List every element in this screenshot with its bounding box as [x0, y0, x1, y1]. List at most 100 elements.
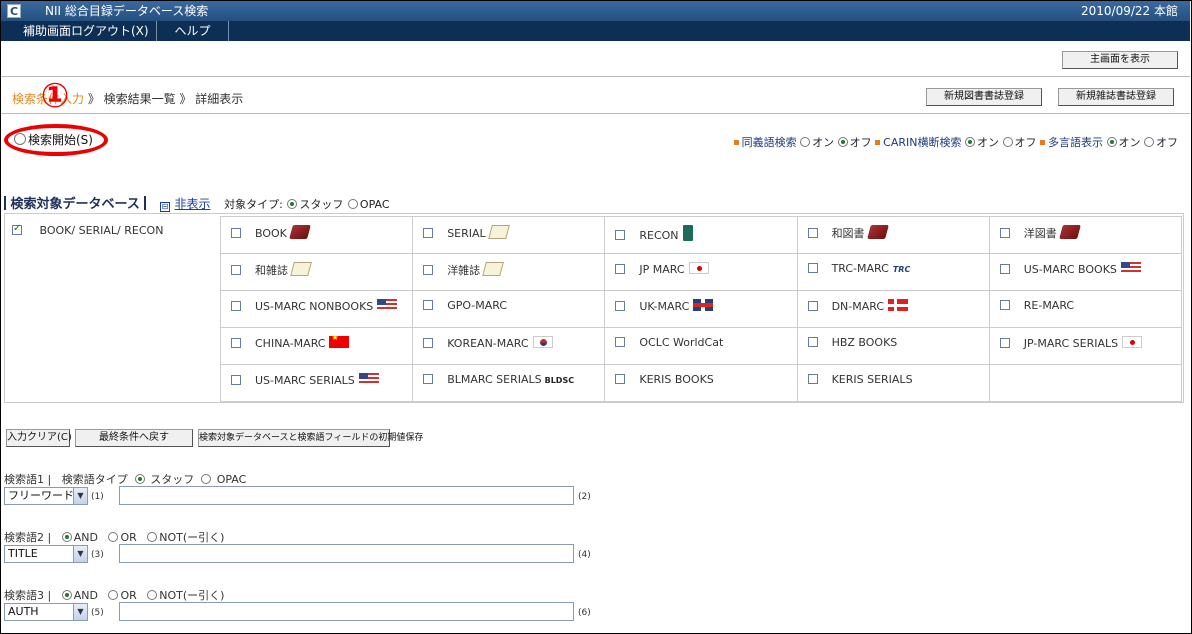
app-logo-icon: C: [7, 4, 21, 18]
main-screen-button[interactable]: 主画面を表示: [1062, 51, 1178, 69]
db-checkbox[interactable]: [615, 301, 626, 311]
multilang-off-radio[interactable]: [1144, 137, 1154, 147]
term2-field-select[interactable]: TITLE ▼: [4, 545, 88, 563]
menu-help[interactable]: ヘルプ: [157, 21, 229, 41]
term1-opac-radio[interactable]: [201, 474, 212, 484]
term2-and-radio[interactable]: [61, 532, 72, 542]
hide-link[interactable]: 非表示: [175, 197, 211, 211]
db-checkbox[interactable]: [807, 374, 818, 384]
chevron-down-icon: ▼: [73, 488, 87, 504]
term2-input[interactable]: [119, 544, 574, 563]
db-cell: KERIS BOOKS: [604, 364, 798, 402]
term1-type-label: 検索語タイプ: [61, 473, 128, 486]
search-start-label: 検索開始(S): [28, 133, 93, 147]
db-label: UK-MARC: [639, 300, 690, 313]
db-cell: DN-MARC: [796, 290, 990, 328]
db-label: RE-MARC: [1023, 299, 1075, 312]
db-checkbox[interactable]: [423, 228, 434, 238]
paper-icon: [487, 225, 510, 239]
db-checkbox[interactable]: [999, 300, 1010, 310]
db-checkbox[interactable]: [231, 265, 241, 275]
japan-flag-icon: [1122, 336, 1143, 348]
db-cell: CHINA-MARC: [219, 327, 414, 365]
db-checkbox[interactable]: [807, 337, 818, 347]
db-cell: KERIS SERIALS: [796, 364, 990, 402]
term2-or-radio[interactable]: [108, 532, 119, 542]
db-checkbox[interactable]: [615, 374, 626, 384]
db-label: JP-MARC SERIALS: [1023, 337, 1119, 350]
term1-input[interactable]: [119, 486, 574, 505]
db-checkbox[interactable]: [423, 374, 434, 384]
synonym-off-radio[interactable]: [837, 137, 848, 147]
db-checkbox[interactable]: [423, 300, 434, 310]
db-cell: 和図書: [796, 216, 990, 254]
term2-label: 検索語2 |: [4, 531, 52, 544]
term3-field-value: AUTH: [8, 605, 39, 618]
target-type-opac-radio[interactable]: [347, 199, 358, 209]
bullet-icon: [733, 140, 739, 145]
term1-staff-radio[interactable]: [134, 474, 145, 484]
term3-label: 検索語3 |: [4, 589, 52, 602]
chevron-down-icon: ▼: [73, 604, 87, 620]
db-checkbox[interactable]: [231, 228, 241, 238]
book-green-icon: [682, 225, 693, 241]
target-type-staff-radio[interactable]: [287, 199, 298, 209]
db-label: RECON: [639, 229, 679, 242]
db-cell: OCLC WorldCat: [604, 327, 798, 365]
section-bar: [4, 196, 6, 210]
search-start-button[interactable]: 検索開始(S): [14, 131, 93, 148]
db-checkbox[interactable]: [807, 301, 818, 311]
term3-or-radio[interactable]: [108, 590, 119, 600]
db-checkbox[interactable]: [231, 301, 241, 311]
carin-on-label: オン: [977, 136, 999, 149]
db-checkbox[interactable]: [807, 263, 818, 273]
multilang-label: 多言語表示: [1048, 136, 1103, 149]
db-checkbox[interactable]: [615, 264, 626, 274]
db-checkbox[interactable]: [423, 338, 434, 348]
multilang-on-radio[interactable]: [1106, 137, 1117, 147]
db-cell: [988, 364, 1183, 402]
term3-row: 検索語3 | AND OR NOT(ー引く): [4, 587, 224, 603]
restore-last-button[interactable]: 最終条件へ戻す: [75, 429, 193, 447]
term3-and-radio[interactable]: [61, 590, 72, 600]
clear-input-button[interactable]: 入力クリア(C): [6, 429, 72, 447]
db-cell: BOOK: [219, 216, 414, 254]
db-checkbox[interactable]: [999, 228, 1010, 238]
term2-not-radio[interactable]: [147, 532, 158, 542]
db-checkbox[interactable]: [615, 337, 626, 347]
term3-or-label: OR: [120, 589, 137, 602]
multilang-off-label: オフ: [1156, 136, 1178, 149]
db-cell: RECON: [604, 216, 798, 254]
app-title: NII 総合目録データベース検索: [45, 4, 209, 18]
new-serial-record-button[interactable]: 新規雑誌書誌登録: [1058, 88, 1174, 106]
db-checkbox[interactable]: [807, 228, 818, 238]
db-cell: JP MARC: [604, 253, 798, 291]
db-label: US-MARC SERIALS: [255, 374, 355, 387]
db-checkbox[interactable]: [423, 265, 434, 275]
menu-bar: 補助画面ログアウト(X) ヘルプ: [1, 21, 1190, 41]
term1-num-b: (2): [578, 492, 591, 502]
db-checkbox[interactable]: [231, 375, 241, 385]
db-label: 和雑誌: [255, 264, 288, 277]
synonym-on-radio[interactable]: [800, 137, 811, 147]
db-checkbox[interactable]: [999, 264, 1010, 274]
menu-logout[interactable]: 補助画面ログアウト(X): [17, 21, 157, 41]
db-cell: HBZ BOOKS: [796, 327, 990, 365]
collapse-icon[interactable]: ⊟: [160, 202, 170, 212]
db-cell: 和雑誌: [219, 253, 414, 291]
term1-field-select[interactable]: フリーワード ▼: [4, 487, 88, 505]
term3-field-select[interactable]: AUTH ▼: [4, 603, 88, 621]
term2-and-label: AND: [73, 531, 98, 544]
db-group-checkbox[interactable]: [12, 223, 22, 235]
db-checkbox[interactable]: [999, 338, 1010, 348]
db-checkbox[interactable]: [615, 230, 626, 240]
term3-not-radio[interactable]: [147, 590, 158, 600]
carin-on-radio[interactable]: [965, 137, 975, 147]
carin-off-radio[interactable]: [1002, 137, 1013, 147]
db-checkbox[interactable]: [231, 338, 241, 348]
term3-input[interactable]: [119, 602, 574, 621]
carin-label: CARIN横断検索: [883, 136, 962, 149]
save-defaults-button[interactable]: 検索対象データベースと検索語フィールドの初期値保存: [198, 429, 423, 447]
divider: [1, 113, 1190, 114]
new-book-record-button[interactable]: 新規図書書誌登録: [926, 88, 1042, 106]
